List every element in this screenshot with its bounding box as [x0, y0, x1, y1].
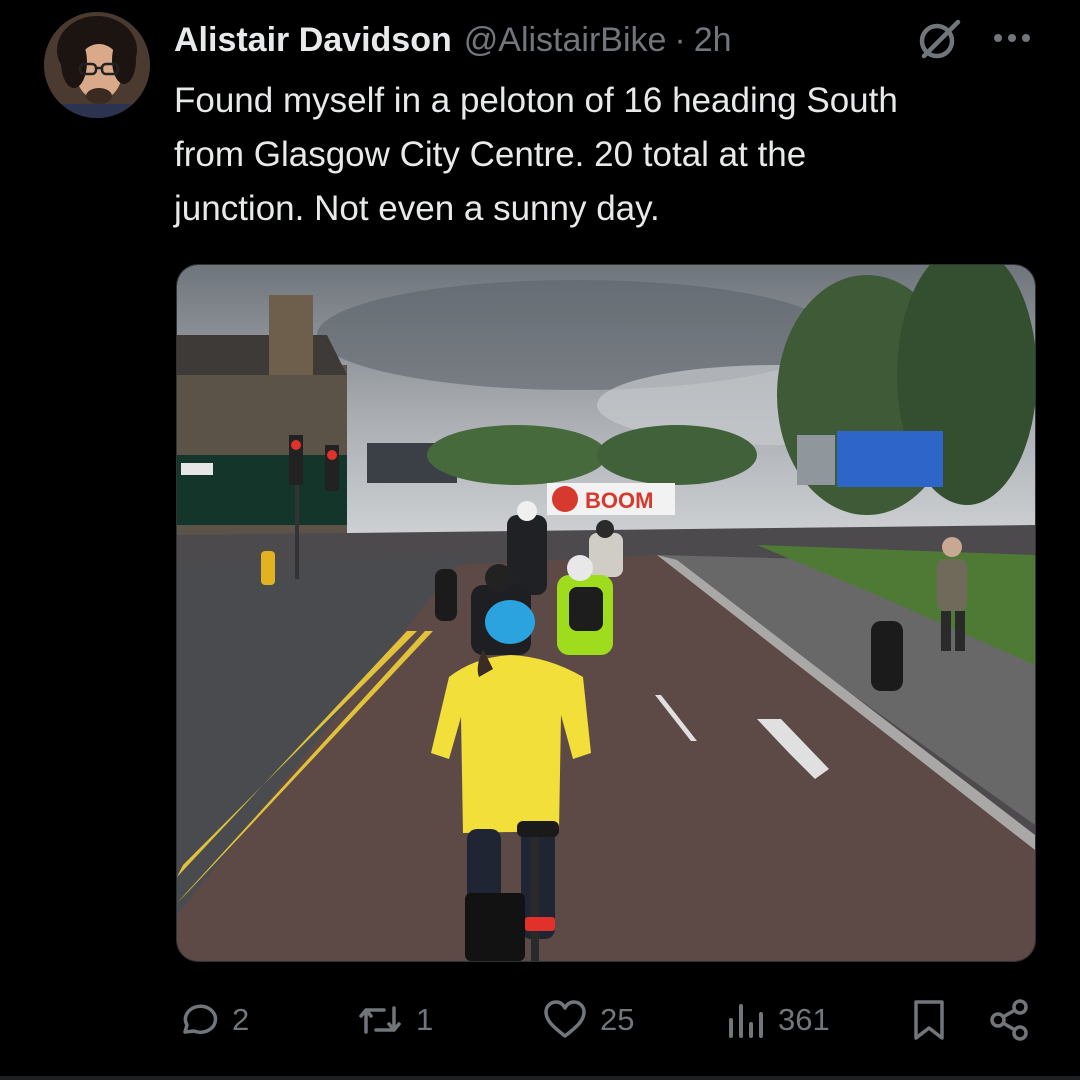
photo-cyclists-bike-lane: BOOM	[177, 265, 1035, 961]
bookmark-button[interactable]	[910, 990, 948, 1050]
share-icon	[990, 999, 1028, 1041]
user-handle[interactable]: @AlistairBike	[464, 21, 667, 60]
display-name[interactable]: Alistair Davidson	[174, 21, 452, 60]
billboard-brand: BOOM	[585, 488, 653, 513]
separator-dot: ·	[674, 20, 686, 59]
action-bar: 2 1 25 361	[0, 990, 1080, 1050]
tweet-photo[interactable]: BOOM	[176, 264, 1036, 962]
share-button[interactable]	[988, 990, 1032, 1050]
like-icon	[544, 1000, 586, 1038]
tweet-text: Found myself in a peloton of 16 heading …	[174, 81, 898, 228]
divider	[0, 1076, 1080, 1080]
more-icon[interactable]	[988, 18, 1036, 58]
reply-button[interactable]: 2	[176, 990, 249, 1050]
tweet-header: Alistair Davidson @AlistairBike · 2h	[174, 18, 732, 62]
view-count: 361	[778, 1002, 830, 1037]
like-count: 25	[600, 1002, 635, 1037]
reply-icon	[183, 1004, 218, 1035]
repost-button[interactable]: 1	[356, 990, 433, 1050]
repost-icon	[359, 1006, 401, 1034]
views-button[interactable]: 361	[726, 990, 830, 1050]
reply-count: 2	[232, 1002, 250, 1037]
grok-icon[interactable]	[916, 16, 962, 62]
repost-count: 1	[416, 1002, 434, 1037]
views-icon	[729, 1004, 763, 1038]
tweet[interactable]: Alistair Davidson @AlistairBike · 2h Fou…	[0, 0, 1080, 1080]
avatar[interactable]	[44, 12, 150, 118]
like-button[interactable]: 25	[542, 990, 634, 1050]
bookmark-icon	[914, 1000, 944, 1040]
timestamp[interactable]: 2h	[694, 21, 732, 60]
